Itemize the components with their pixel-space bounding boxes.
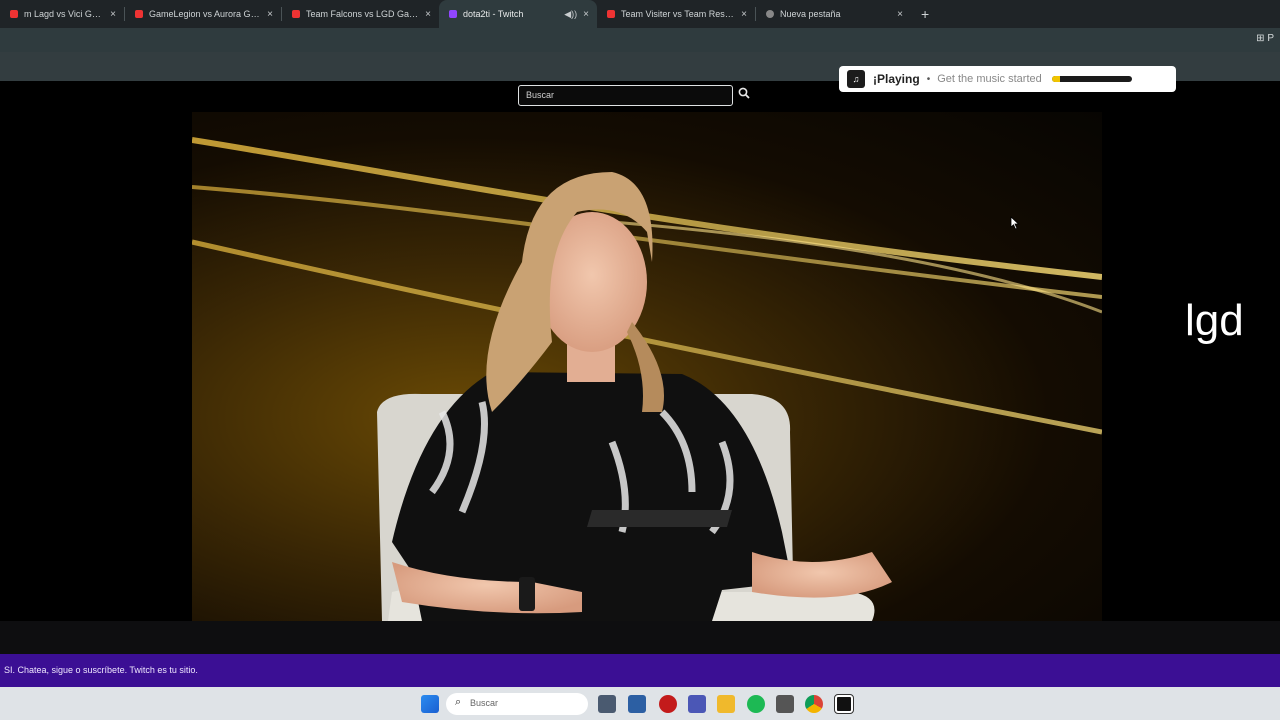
- file-explorer-icon[interactable]: [598, 695, 616, 713]
- chrome-icon[interactable]: [805, 695, 823, 713]
- music-icon: ♫: [847, 70, 865, 88]
- monitor-icon[interactable]: [628, 695, 646, 713]
- globe-icon: [766, 10, 774, 18]
- close-tab-icon[interactable]: ×: [425, 9, 431, 20]
- close-tab-icon[interactable]: ×: [897, 9, 903, 20]
- close-tab-icon[interactable]: ×: [267, 9, 273, 20]
- youtube-icon: [292, 10, 300, 18]
- search-icon: ⌕: [455, 696, 462, 708]
- video-frame: [192, 137, 1102, 621]
- close-tab-icon[interactable]: ×: [741, 9, 747, 20]
- video-player[interactable]: [192, 112, 1102, 621]
- now-playing-title: ¡Playing: [873, 72, 920, 86]
- tab-falcons-lgd[interactable]: Team Falcons vs LGD Gaming - ×: [282, 0, 439, 28]
- screen: m Lagd vs Vici Gaming - Y × GameLegion v…: [0, 0, 1280, 720]
- youtube-icon: [10, 10, 18, 18]
- windows-icon[interactable]: [421, 695, 439, 713]
- team-label: lgd: [1185, 296, 1244, 345]
- youtube-icon: [607, 10, 615, 18]
- close-tab-icon[interactable]: ×: [110, 9, 116, 20]
- now-playing-subtitle: Get the music started: [937, 73, 1042, 85]
- obs-icon[interactable]: [834, 694, 854, 714]
- twitch-signup-banner[interactable]: SI. Chatea, sigue o suscríbete. Twitch e…: [0, 654, 1280, 687]
- music-progress-fill: [1051, 76, 1060, 82]
- tab-gamelegion-aurora[interactable]: GameLegion vs Aurora Gamin ×: [125, 0, 281, 28]
- search-input[interactable]: Buscar: [518, 85, 733, 106]
- taskbar-search-label: Buscar: [470, 698, 499, 708]
- twitch-icon: [449, 10, 457, 18]
- separator-dot: •: [926, 73, 931, 85]
- record-icon[interactable]: [659, 695, 677, 713]
- tab-visiter-resilience[interactable]: Team Visiter vs Team Resilienc ×: [597, 0, 755, 28]
- teams-icon[interactable]: [688, 695, 706, 713]
- browser-toolbar: ⊞ P: [0, 28, 1280, 52]
- extension-icon[interactable]: ⊞ P: [1256, 33, 1274, 44]
- folder-icon[interactable]: [717, 695, 735, 713]
- now-playing-widget[interactable]: ♫ ¡Playing • Get the music started: [839, 66, 1176, 92]
- tab-twitch-active[interactable]: dota2ti - Twitch ◀)) ×: [439, 0, 597, 28]
- stream-info-bar: [0, 621, 1280, 654]
- close-tab-icon[interactable]: ×: [583, 9, 589, 20]
- mouse-cursor-icon: [1010, 216, 1020, 230]
- speaker-icon[interactable]: ◀)): [564, 9, 577, 20]
- spotify-icon[interactable]: [747, 695, 765, 713]
- taskbar-search[interactable]: ⌕ Buscar: [446, 693, 588, 715]
- new-tab-button[interactable]: +: [921, 6, 929, 22]
- music-progress-bar: [1051, 76, 1132, 82]
- youtube-icon: [135, 10, 143, 18]
- tab-lgd-vici[interactable]: m Lagd vs Vici Gaming - Y ×: [0, 0, 124, 28]
- browser-tab-strip: m Lagd vs Vici Gaming - Y × GameLegion v…: [0, 0, 1280, 28]
- banner-text: SI. Chatea, sigue o suscríbete. Twitch e…: [4, 665, 198, 675]
- search-icon[interactable]: [735, 87, 752, 104]
- tab-new-tab[interactable]: Nueva pestaña ×: [756, 0, 911, 28]
- app-icon[interactable]: [776, 695, 794, 713]
